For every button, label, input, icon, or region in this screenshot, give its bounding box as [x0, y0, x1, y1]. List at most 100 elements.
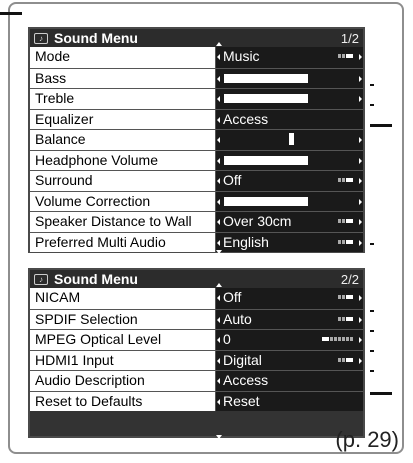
- balance-marker: [289, 133, 294, 145]
- setting-value: Over 30cm: [223, 213, 292, 229]
- access-button[interactable]: Access: [216, 371, 363, 391]
- left-arrow-icon: [217, 219, 220, 225]
- level-slider[interactable]: [216, 150, 363, 170]
- menu-row-preferred-multi-audio[interactable]: Preferred Multi Audio English: [30, 231, 363, 252]
- right-arrow-icon: [359, 357, 362, 364]
- menu-title: Sound Menu: [54, 30, 138, 46]
- callout-mark: [370, 370, 374, 372]
- callout-mark: [370, 124, 392, 127]
- menu-item-label: MPEG Optical Level: [30, 330, 216, 350]
- option-position-indicator: [338, 295, 353, 299]
- slider-fill: [224, 94, 308, 103]
- menu-row-equalizer[interactable]: Equalizer Access: [30, 108, 363, 129]
- left-arrow-icon: [217, 198, 220, 205]
- menu-row-reset-to-defaults[interactable]: Reset to Defaults Reset: [30, 390, 363, 411]
- menu-row-speaker-distance-to-wall[interactable]: Speaker Distance to Wall Over 30cm: [30, 211, 363, 232]
- left-arrow-icon: [217, 316, 220, 323]
- right-arrow-icon: [359, 316, 362, 323]
- access-button[interactable]: Reset: [216, 391, 363, 411]
- menu-row-mode[interactable]: Mode Music: [30, 47, 363, 68]
- option-position-indicator: [338, 239, 353, 244]
- right-arrow-icon: [359, 157, 362, 164]
- sound-menu-icon: ♪: [34, 32, 48, 44]
- scroll-up-icon[interactable]: [216, 42, 222, 46]
- setting-value: 0: [223, 331, 231, 347]
- callout-mark: [370, 104, 374, 106]
- left-arrow-icon: [217, 337, 220, 343]
- menu-row-bass[interactable]: Bass: [30, 67, 363, 88]
- option-position-indicator: [322, 337, 353, 341]
- left-arrow-icon: [217, 178, 220, 184]
- option-selector[interactable]: English: [216, 232, 363, 252]
- option-position-indicator: [338, 219, 353, 223]
- right-arrow-icon: [359, 137, 362, 143]
- right-arrow-icon: [359, 75, 362, 82]
- menu-header: ♪ Sound Menu 2/2: [30, 270, 363, 288]
- option-selector[interactable]: Music: [216, 47, 363, 68]
- menu-row-treble[interactable]: Treble: [30, 88, 363, 109]
- scroll-down-icon[interactable]: [216, 250, 222, 254]
- callout-mark: [370, 310, 374, 312]
- menu-row-volume-correction[interactable]: Volume Correction: [30, 190, 363, 211]
- callout-mark: [370, 350, 374, 352]
- callout-mark: [370, 392, 392, 395]
- menu-page-number: 2/2: [340, 271, 359, 287]
- scroll-up-icon[interactable]: [216, 283, 222, 287]
- menu-row-audio-description[interactable]: Audio Description Access: [30, 370, 363, 391]
- menu-item-label: Balance: [30, 130, 216, 150]
- menu-item-label: Treble: [30, 89, 216, 109]
- sound-menu-page-1: ♪ Sound Menu 1/2 Mode Music Bass Treble Equa…: [28, 27, 365, 254]
- left-arrow-icon: [217, 398, 220, 405]
- left-arrow-icon: [217, 157, 220, 164]
- access-button[interactable]: Access: [216, 109, 363, 129]
- menu-row-mpeg-optical-level[interactable]: MPEG Optical Level 0: [30, 329, 363, 350]
- level-slider[interactable]: [216, 89, 363, 109]
- option-selector[interactable]: Off: [216, 288, 363, 309]
- level-slider[interactable]: [216, 68, 363, 88]
- sound-menu-icon: ♪: [34, 273, 48, 285]
- menu-row-headphone-volume[interactable]: Headphone Volume: [30, 149, 363, 170]
- left-arrow-icon: [217, 137, 220, 143]
- menu-item-label: Speaker Distance to Wall: [30, 212, 216, 232]
- left-arrow-icon: [217, 54, 220, 60]
- leader-line: [0, 12, 22, 15]
- balance-slider[interactable]: [216, 130, 363, 150]
- scroll-down-icon[interactable]: [216, 435, 222, 439]
- menu-item-label: Preferred Multi Audio: [30, 232, 216, 252]
- menu-title: Sound Menu: [54, 271, 138, 287]
- option-selector[interactable]: 0: [216, 330, 363, 350]
- setting-value: Reset: [223, 392, 260, 409]
- menu-item-label: Surround: [30, 171, 216, 191]
- menu-row-nicam[interactable]: NICAM Off: [30, 288, 363, 309]
- left-arrow-icon: [217, 96, 220, 102]
- right-arrow-icon: [359, 295, 362, 301]
- left-arrow-icon: [217, 357, 220, 364]
- menu-item-label: Equalizer: [30, 109, 216, 129]
- option-selector[interactable]: Digital: [216, 350, 363, 370]
- left-arrow-icon: [217, 75, 220, 82]
- level-slider[interactable]: [216, 191, 363, 211]
- option-selector[interactable]: Over 30cm: [216, 212, 363, 232]
- menu-item-label: Volume Correction: [30, 191, 216, 211]
- menu-item-label: Headphone Volume: [30, 150, 216, 170]
- setting-value: English: [223, 233, 269, 250]
- menu-row-hdmi1-input[interactable]: HDMI1 Input Digital: [30, 349, 363, 370]
- setting-value: Access: [223, 372, 269, 388]
- menu-item-label: NICAM: [30, 288, 216, 309]
- left-arrow-icon: [217, 239, 220, 246]
- menu-row-spdif-selection[interactable]: SPDIF Selection Auto: [30, 308, 363, 329]
- right-arrow-icon: [359, 219, 362, 225]
- sound-menu-page-2: ♪ Sound Menu 2/2 NICAM Off SPDIF Selection…: [28, 268, 365, 439]
- right-arrow-icon: [359, 198, 362, 205]
- option-selector[interactable]: Auto: [216, 309, 363, 329]
- menu-row-balance[interactable]: Balance: [30, 129, 363, 150]
- left-arrow-icon: [217, 378, 220, 384]
- callout-mark: [370, 330, 374, 332]
- slider-fill: [224, 196, 308, 206]
- option-selector[interactable]: Off: [216, 171, 363, 191]
- menu-item-label: HDMI1 Input: [30, 350, 216, 370]
- menu-item-label: Reset to Defaults: [30, 391, 216, 411]
- right-arrow-icon: [359, 54, 362, 60]
- option-position-indicator: [338, 357, 353, 362]
- menu-row-surround[interactable]: Surround Off: [30, 170, 363, 191]
